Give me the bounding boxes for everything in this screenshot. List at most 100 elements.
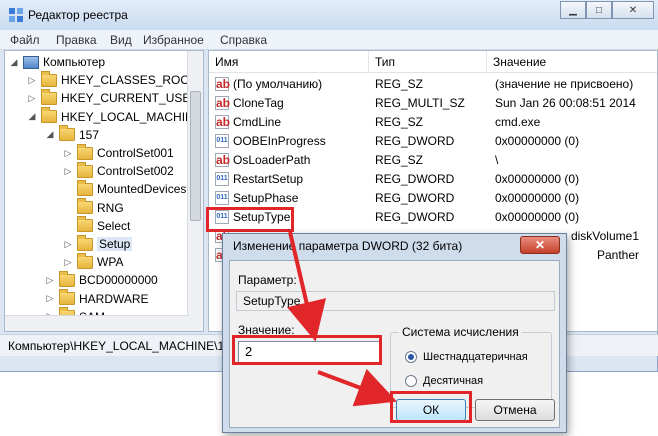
close-icon: ✕ xyxy=(628,4,638,16)
folder-icon xyxy=(77,143,93,160)
expand-arrow-icon[interactable]: ▷ xyxy=(45,293,55,304)
binary-value-icon: 011 xyxy=(215,191,229,205)
cancel-button[interactable]: Отмена xyxy=(475,399,555,421)
table-row[interactable]: 011 OOBEInProgress REG_DWORD 0x00000000 (0) xyxy=(209,132,657,151)
tree-item[interactable]: RNG xyxy=(63,198,124,217)
expand-arrow-icon[interactable]: ▷ xyxy=(27,75,37,85)
table-row[interactable]: ab (По умолчанию) REG_SZ (значение не присв… xyxy=(209,75,657,94)
column-name-header[interactable]: Имя xyxy=(209,51,369,73)
registry-tree[interactable]: ◢ Компьютер ▷ HKEY_CLASSES_ROOT ▷ HKEY_CURREN… xyxy=(4,50,204,332)
expand-arrow-icon[interactable]: ▷ xyxy=(63,257,73,267)
menu-view[interactable]: Вид xyxy=(110,33,132,47)
window-controls: ▁ □ ✕ xyxy=(560,1,654,19)
table-row[interactable]: ab CloneTag REG_MULTI_SZ Sun Jan 26 00:08:5… xyxy=(209,94,657,113)
folder-icon xyxy=(77,252,93,269)
tree-item[interactable]: ▷ HKEY_CLASSES_ROOT xyxy=(27,70,198,89)
tree-horizontal-scrollbar[interactable] xyxy=(5,315,189,331)
maximize-button[interactable]: □ xyxy=(586,1,612,19)
tree-item[interactable]: ▷ ControlSet002 xyxy=(63,161,174,180)
title-bar[interactable]: Редактор реестра ▁ □ ✕ xyxy=(0,0,658,30)
tree-item-label: HARDWARE xyxy=(79,291,149,306)
value-data: 0x00000000 (0) xyxy=(495,191,580,205)
value-type: REG_SZ xyxy=(375,77,424,91)
menu-favorites[interactable]: Избранное xyxy=(143,33,204,47)
value-name: OsLoaderPath xyxy=(233,153,311,167)
tree-item-label: HKEY_CURRENT_USER xyxy=(61,91,200,106)
value-data: Panther xyxy=(596,248,639,262)
expand-arrow-icon[interactable]: ▷ xyxy=(27,93,37,103)
dec-option[interactable]: Десятичная xyxy=(405,375,483,387)
value-type: REG_MULTI_SZ xyxy=(375,96,465,110)
expand-arrow-icon[interactable]: ▷ xyxy=(63,166,73,176)
table-row[interactable]: 011 RestartSetup REG_DWORD 0x00000000 (0) xyxy=(209,170,657,189)
value-name: CmdLine xyxy=(233,115,282,129)
table-row[interactable]: 011 SetupPhase REG_DWORD 0x00000000 (0) xyxy=(209,189,657,208)
expand-arrow-icon[interactable]: ◢ xyxy=(9,57,19,67)
value-name: (По умолчанию) xyxy=(233,77,323,91)
string-value-icon: ab xyxy=(215,77,231,91)
tree-item[interactable]: ▷ Setup xyxy=(63,234,133,253)
tree-item[interactable]: ◢ 157 xyxy=(45,125,100,144)
folder-icon xyxy=(59,125,75,142)
dialog-close-button[interactable]: ✕ xyxy=(520,236,560,254)
folder-icon xyxy=(59,289,75,306)
value-data: Sun Jan 26 00:08:51 2014 xyxy=(495,96,636,110)
binary-value-icon: 011 xyxy=(215,172,229,186)
value-type: REG_DWORD xyxy=(375,172,455,186)
hex-option[interactable]: Шестнадцатеричная xyxy=(405,351,528,363)
tree-item-label: Select xyxy=(97,218,131,233)
value-data: 0x00000000 (0) xyxy=(495,134,580,148)
hex-radio[interactable] xyxy=(405,351,417,363)
dec-label: Десятичная xyxy=(423,375,484,387)
tree-item[interactable]: ▷ BCD00000000 xyxy=(45,270,158,289)
value-data: cmd.exe xyxy=(495,115,541,129)
highlight-setuptype xyxy=(206,207,294,232)
tree-item[interactable]: Select xyxy=(63,216,131,235)
menu-help[interactable]: Справка xyxy=(220,33,267,47)
minimize-button[interactable]: ▁ xyxy=(560,1,586,19)
minimize-icon: ▁ xyxy=(569,4,577,16)
table-row[interactable]: ab CmdLine REG_SZ cmd.exe xyxy=(209,113,657,132)
expand-arrow-icon[interactable]: ▷ xyxy=(63,239,73,249)
folder-icon xyxy=(41,107,57,124)
tree-item-label: MountedDevices xyxy=(97,182,187,197)
tree-item[interactable]: ▷ HARDWARE xyxy=(45,289,149,308)
tree-item-label: 157 xyxy=(79,127,100,142)
column-type-header[interactable]: Тип xyxy=(369,51,487,73)
tree-item[interactable]: ▷ WPA xyxy=(63,252,123,271)
dec-radio[interactable] xyxy=(405,375,417,387)
menu-file[interactable]: Файл xyxy=(10,33,40,47)
folder-icon xyxy=(41,70,57,87)
tree-item[interactable]: ◢ HKEY_LOCAL_MACHINE xyxy=(27,107,202,126)
maximize-icon: □ xyxy=(595,4,603,16)
expand-arrow-icon[interactable]: ◢ xyxy=(27,111,37,122)
tree-vertical-scrollbar[interactable] xyxy=(187,51,203,331)
expand-arrow-icon[interactable]: ▷ xyxy=(63,148,73,158)
expand-arrow-icon[interactable]: ◢ xyxy=(45,129,55,140)
window-title: Редактор реестра xyxy=(28,8,128,22)
string-value-icon: ab xyxy=(215,115,231,129)
folder-icon xyxy=(77,198,93,215)
value-data: 0x00000000 (0) xyxy=(495,172,580,186)
scroll-thumb[interactable] xyxy=(190,91,201,221)
tree-item-label: Компьютер xyxy=(43,55,106,69)
tree-item[interactable]: ▷ ControlSet001 xyxy=(63,143,174,162)
dialog-title: Изменение параметра DWORD (32 бита) xyxy=(233,239,463,253)
param-name-field: SetupType xyxy=(236,291,555,311)
registry-app-icon xyxy=(9,8,23,22)
highlight-value-input xyxy=(232,335,382,365)
column-value-header[interactable]: Значение xyxy=(487,51,657,73)
tree-item[interactable]: ▷ HKEY_CURRENT_USER xyxy=(27,88,200,107)
expand-arrow-icon[interactable]: ▷ xyxy=(45,275,55,285)
tree-item-label: ControlSet002 xyxy=(97,164,174,179)
menu-edit[interactable]: Правка xyxy=(56,33,97,47)
close-button[interactable]: ✕ xyxy=(612,1,654,19)
tree-item[interactable]: ◢ Компьютер xyxy=(9,53,106,71)
tree-item-label: HKEY_CLASSES_ROOT xyxy=(61,73,198,88)
value-name: CloneTag xyxy=(233,96,284,110)
string-value-icon: ab xyxy=(215,153,231,167)
value-name: SetupPhase xyxy=(233,191,299,205)
table-row[interactable]: ab OsLoaderPath REG_SZ \ xyxy=(209,151,657,170)
tree-item[interactable]: MountedDevices xyxy=(63,179,187,198)
